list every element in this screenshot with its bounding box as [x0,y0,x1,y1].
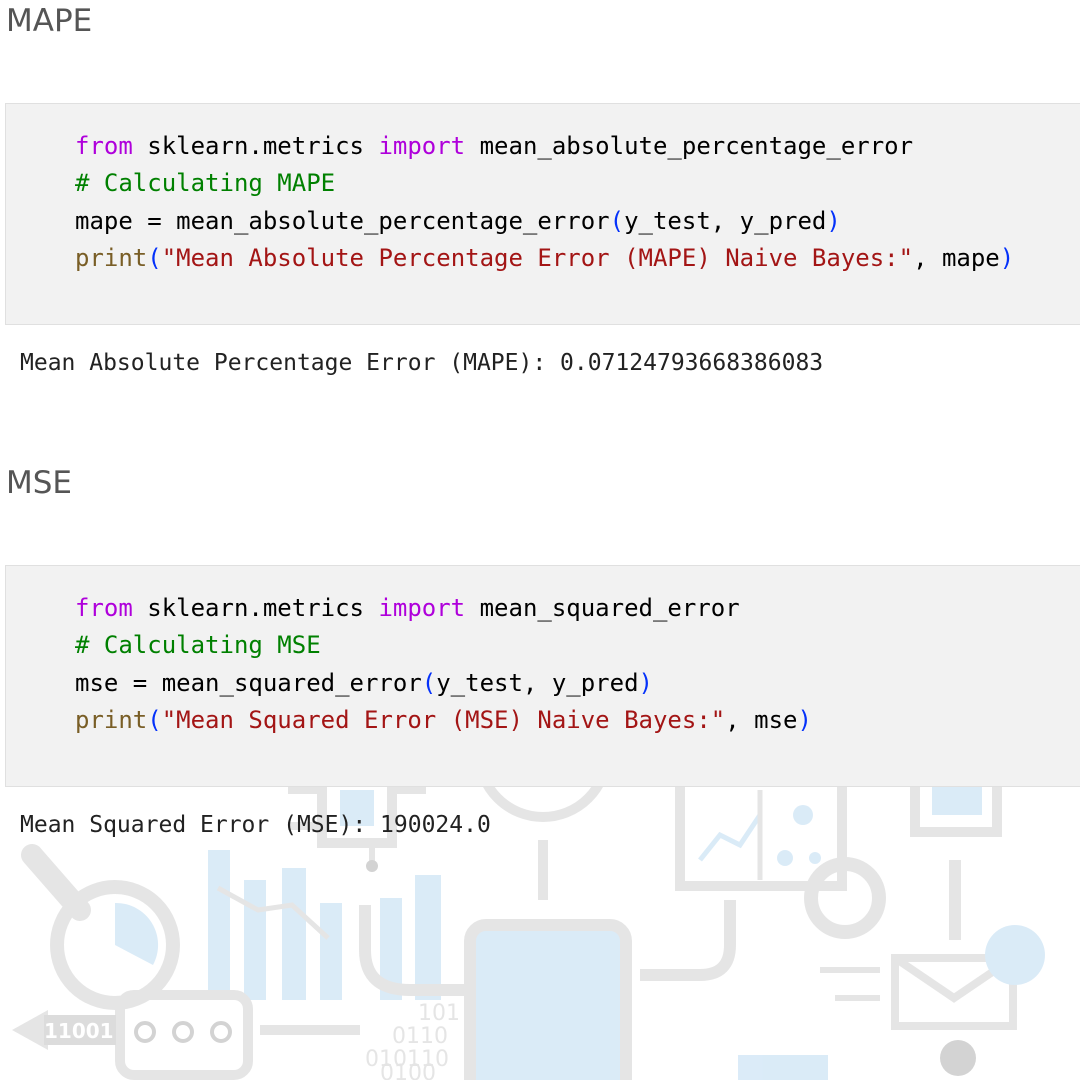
code-line: print("Mean Squared Error (MSE) Naive Ba… [75,706,812,734]
code-cell-mse[interactable]: from sklearn.metrics import mean_squared… [5,565,1080,787]
code-comment: # Calculating MAPE [75,169,336,197]
code-comment: # Calculating MSE [75,631,321,659]
section-heading-mape: MAPE [6,3,93,39]
code-line: print("Mean Absolute Percentage Error (M… [75,244,1015,272]
section-heading-mse: MSE [6,465,73,501]
code-line: from sklearn.metrics import mean_squared… [75,594,740,622]
notebook-content: MAPE from sklearn.metrics import mean_ab… [0,0,1080,1080]
code-cell-mape[interactable]: from sklearn.metrics import mean_absolut… [5,103,1080,325]
code-line: mse = mean_squared_error(y_test, y_pred) [75,669,653,697]
code-line: mape = mean_absolute_percentage_error(y_… [75,207,841,235]
cell-output-mape: Mean Absolute Percentage Error (MAPE): 0… [20,350,824,376]
code-line: from sklearn.metrics import mean_absolut… [75,132,914,160]
cell-output-mse: Mean Squared Error (MSE): 190024.0 [20,812,491,838]
